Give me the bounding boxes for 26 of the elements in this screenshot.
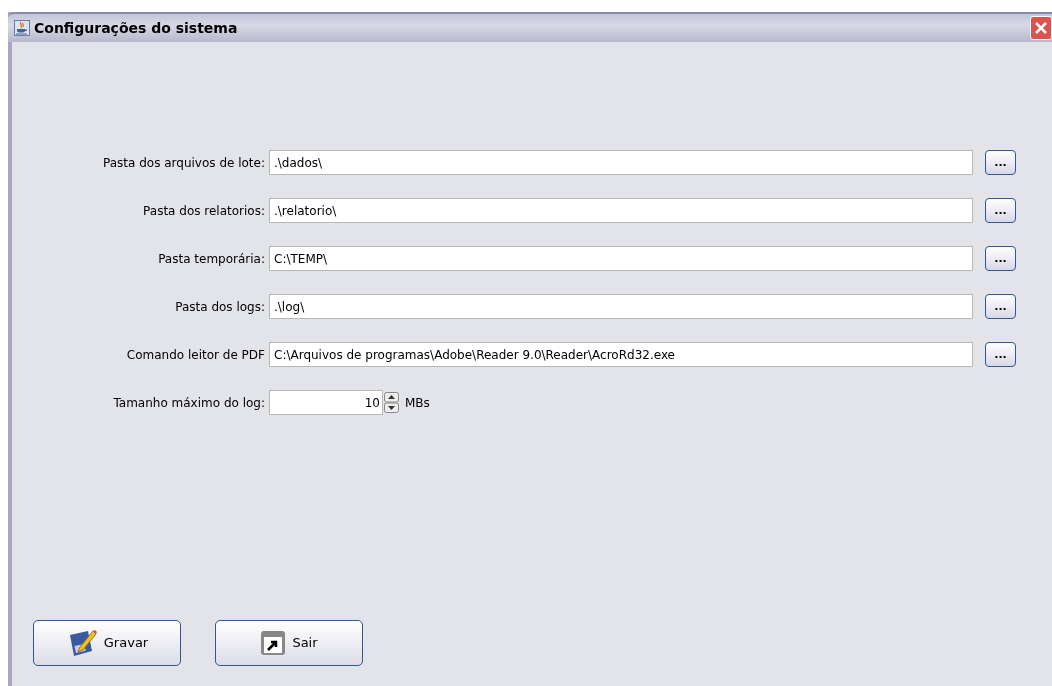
spinner-arrows-icon[interactable]: [384, 392, 399, 413]
close-button[interactable]: [1030, 16, 1052, 40]
path-field[interactable]: .\log\: [269, 294, 973, 319]
field-label: Tamanho máximo do log:: [112, 394, 266, 412]
path-field[interactable]: .\relatorio\: [269, 198, 973, 223]
exit-sign-icon: [260, 630, 287, 656]
path-field[interactable]: .\dados\: [269, 150, 973, 175]
number-field[interactable]: 10: [269, 390, 383, 415]
save-button[interactable]: Gravar: [33, 620, 181, 666]
browse-button[interactable]: ...: [985, 294, 1016, 319]
coffee-cup-icon: [14, 20, 30, 36]
field-label: Pasta temporária:: [157, 250, 266, 268]
browse-button[interactable]: ...: [985, 198, 1016, 223]
path-field[interactable]: C:\TEMP\: [269, 246, 973, 271]
close-icon: [1034, 21, 1048, 35]
field-label: Pasta dos arquivos de lote:: [102, 154, 266, 172]
path-field[interactable]: C:\Arquivos de programas\Adobe\Reader 9.0\Reader\AcroRd32.exe: [269, 342, 973, 367]
browse-button[interactable]: ...: [985, 342, 1016, 367]
exit-button[interactable]: Sair: [215, 620, 363, 666]
field-label: Pasta dos relatorios:: [142, 202, 266, 220]
window-title: Configurações do sistema: [34, 18, 238, 38]
unit-label: MBs: [405, 394, 430, 412]
field-label: Pasta dos logs:: [174, 298, 266, 316]
browse-button[interactable]: ...: [985, 150, 1016, 175]
browse-button[interactable]: ...: [985, 246, 1016, 271]
field-label: Comando leitor de PDF: [125, 346, 266, 364]
